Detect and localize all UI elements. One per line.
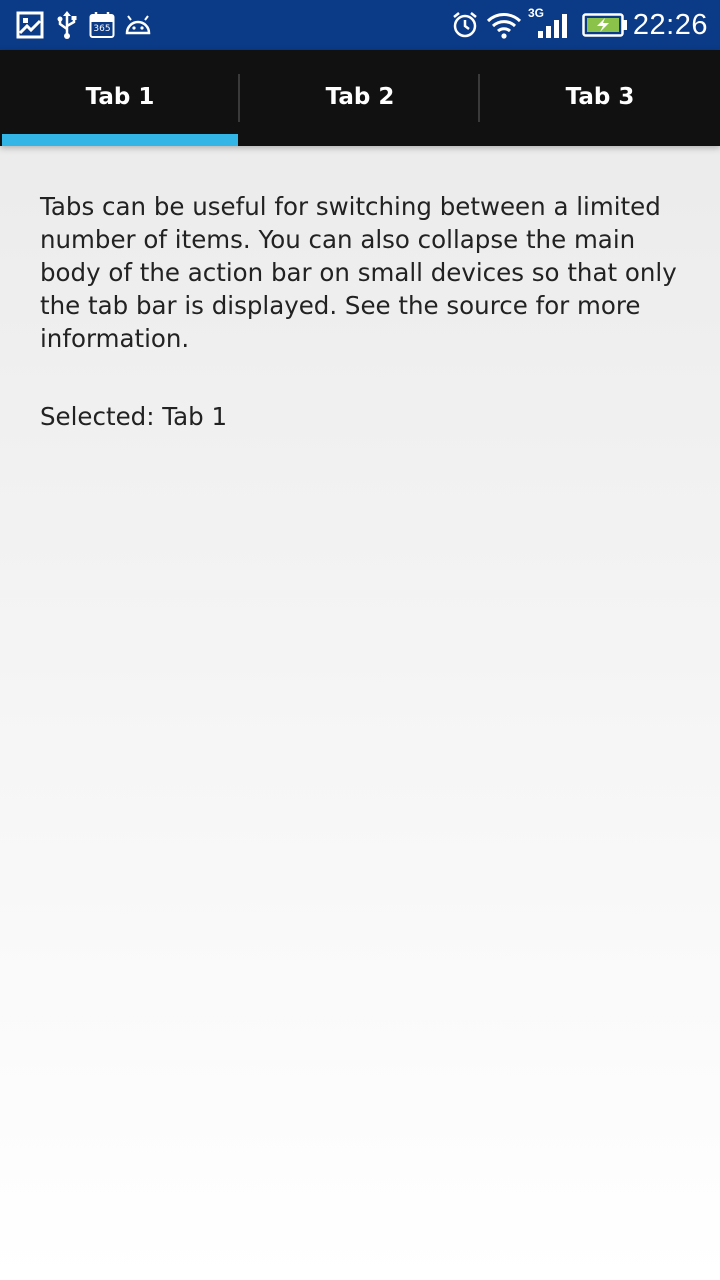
tab-label: Tab 2 <box>325 84 395 110</box>
status-bar: 365 3G 22:26 <box>0 0 720 50</box>
wifi-icon <box>486 11 522 39</box>
clock: 22:26 <box>632 9 708 41</box>
cellular-signal-icon <box>536 11 568 39</box>
usb-icon <box>56 11 78 39</box>
calendar-number: 365 <box>93 24 111 34</box>
tab-2[interactable]: Tab 2 <box>240 50 480 146</box>
selected-tab-text: Selected: Tab 1 <box>40 402 228 431</box>
battery-charging-icon <box>582 13 628 41</box>
tab-3[interactable]: Tab 3 <box>480 50 720 146</box>
gallery-icon <box>16 11 44 39</box>
content-area: Tabs can be useful for switching between… <box>40 190 690 433</box>
android-icon <box>124 11 152 39</box>
tab-1[interactable]: Tab 1 <box>0 50 240 146</box>
alarm-icon <box>451 11 479 39</box>
tab-bar: Tab 1 Tab 2 Tab 3 <box>0 50 720 146</box>
tab-label: Tab 3 <box>565 84 635 110</box>
description-text: Tabs can be useful for switching between… <box>40 192 677 353</box>
selected-tab-indicator <box>2 134 238 146</box>
tab-label: Tab 1 <box>85 84 155 110</box>
